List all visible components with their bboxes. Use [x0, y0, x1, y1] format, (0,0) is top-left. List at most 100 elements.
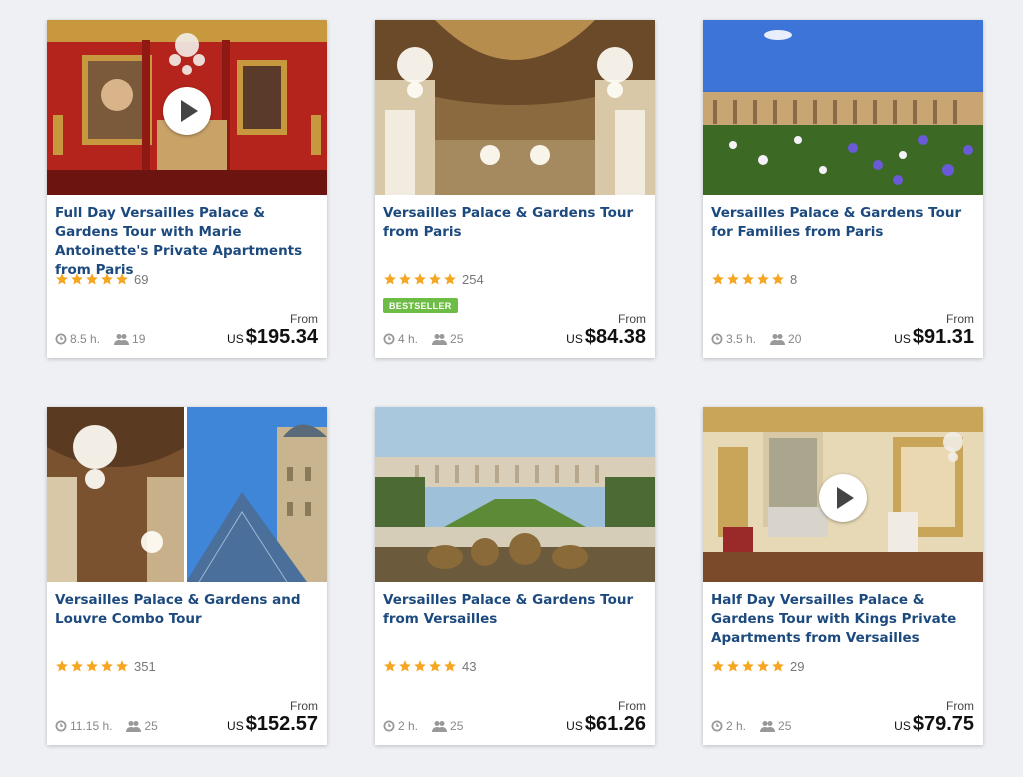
- star-icon: [757, 660, 769, 672]
- from-label: From: [946, 312, 974, 326]
- star-icon: [444, 273, 456, 285]
- price-amount: $91.31: [912, 326, 974, 348]
- price: US $79.75: [894, 713, 974, 736]
- tour-meta: 2 h. 25: [711, 719, 791, 733]
- star-rating: [383, 272, 457, 286]
- star-icon: [101, 660, 113, 672]
- tour-title[interactable]: Versailles Palace & Gardens Tour for Fam…: [711, 204, 979, 242]
- star-icon: [727, 660, 739, 672]
- star-icon: [56, 273, 68, 285]
- star-rating: [55, 659, 129, 673]
- price: US $91.31: [894, 326, 974, 349]
- star-rating: [55, 272, 129, 286]
- star-icon: [772, 273, 784, 285]
- currency: US: [566, 332, 583, 346]
- star-icon: [727, 273, 739, 285]
- bestseller-badge: BESTSELLER: [383, 298, 458, 313]
- tour-meta: 2 h. 25: [383, 719, 463, 733]
- group-size: 19: [132, 332, 146, 346]
- group-icon: [126, 721, 142, 732]
- star-icon: [116, 660, 128, 672]
- star-icon: [742, 273, 754, 285]
- tour-meta: 3.5 h. 20: [711, 332, 801, 346]
- duration: 4 h.: [398, 332, 419, 346]
- clock-icon: [55, 720, 67, 732]
- tour-title[interactable]: Full Day Versailles Palace & Gardens Tou…: [55, 204, 323, 280]
- clock-icon: [383, 720, 395, 732]
- star-icon: [56, 660, 68, 672]
- star-icon: [429, 660, 441, 672]
- price: US $152.57: [227, 713, 318, 736]
- tour-meta: 11.15 h. 25: [55, 719, 158, 733]
- duration: 2 h.: [726, 719, 747, 733]
- star-icon: [444, 660, 456, 672]
- from-label: From: [618, 312, 646, 326]
- group-icon: [432, 334, 448, 345]
- tour-image[interactable]: [375, 407, 655, 582]
- star-icon: [414, 660, 426, 672]
- star-icon: [712, 273, 724, 285]
- rating: 351: [55, 658, 156, 674]
- clock-icon: [55, 333, 67, 345]
- price: US $84.38: [566, 326, 646, 349]
- price-amount: $84.38: [584, 326, 646, 348]
- star-icon: [742, 660, 754, 672]
- price-amount: $79.75: [912, 713, 974, 735]
- tour-title[interactable]: Versailles Palace & Gardens Tour from Ve…: [383, 591, 651, 629]
- tour-card[interactable]: Versailles Palace & Gardens and Louvre C…: [47, 407, 327, 745]
- tour-title[interactable]: Half Day Versailles Palace & Gardens Tou…: [711, 591, 979, 648]
- star-rating: [711, 659, 785, 673]
- from-label: From: [946, 699, 974, 713]
- tour-card[interactable]: Versailles Palace & Gardens Tour from Ve…: [375, 407, 655, 745]
- star-icon: [712, 660, 724, 672]
- price-amount: $61.26: [584, 713, 646, 735]
- from-label: From: [290, 699, 318, 713]
- review-count: 351: [134, 658, 156, 674]
- tour-image[interactable]: [47, 407, 327, 582]
- tour-card[interactable]: Half Day Versailles Palace & Gardens Tou…: [703, 407, 983, 745]
- tour-image[interactable]: [47, 20, 327, 195]
- tour-meta: 8.5 h. 19: [55, 332, 145, 346]
- star-icon: [101, 273, 113, 285]
- group-icon: [770, 334, 786, 345]
- rating: 29: [711, 658, 804, 674]
- tour-card[interactable]: Versailles Palace & Gardens Tour from Pa…: [375, 20, 655, 358]
- group-icon: [432, 721, 448, 732]
- review-count: 29: [790, 658, 805, 674]
- review-count: 8: [790, 271, 798, 287]
- tour-image[interactable]: [703, 20, 983, 195]
- star-icon: [384, 660, 396, 672]
- currency: US: [566, 719, 583, 733]
- currency: US: [894, 332, 911, 346]
- currency: US: [227, 719, 244, 733]
- play-icon[interactable]: [163, 87, 211, 135]
- tour-card[interactable]: Versailles Palace & Gardens Tour for Fam…: [703, 20, 983, 358]
- currency: US: [227, 332, 244, 346]
- tour-meta: 4 h. 25: [383, 332, 463, 346]
- star-icon: [86, 660, 98, 672]
- star-icon: [71, 273, 83, 285]
- tour-image[interactable]: [703, 407, 983, 582]
- play-icon[interactable]: [819, 474, 867, 522]
- tour-card[interactable]: Full Day Versailles Palace & Gardens Tou…: [47, 20, 327, 358]
- star-icon: [86, 273, 98, 285]
- tour-title[interactable]: Versailles Palace & Gardens Tour from Pa…: [383, 204, 651, 242]
- review-count: 69: [134, 271, 149, 287]
- from-label: From: [618, 699, 646, 713]
- tour-image[interactable]: [375, 20, 655, 195]
- rating: 43: [383, 658, 476, 674]
- from-label: From: [290, 312, 318, 326]
- tour-title[interactable]: Versailles Palace & Gardens and Louvre C…: [55, 591, 323, 629]
- price-amount: $195.34: [245, 326, 318, 348]
- star-icon: [384, 273, 396, 285]
- review-count: 254: [462, 271, 484, 287]
- currency: US: [894, 719, 911, 733]
- star-icon: [399, 273, 411, 285]
- price-amount: $152.57: [245, 713, 318, 735]
- duration: 3.5 h.: [726, 332, 757, 346]
- duration: 8.5 h.: [70, 332, 101, 346]
- group-size: 20: [788, 332, 802, 346]
- price: US $61.26: [566, 713, 646, 736]
- group-size: 25: [450, 332, 464, 346]
- group-icon: [760, 721, 776, 732]
